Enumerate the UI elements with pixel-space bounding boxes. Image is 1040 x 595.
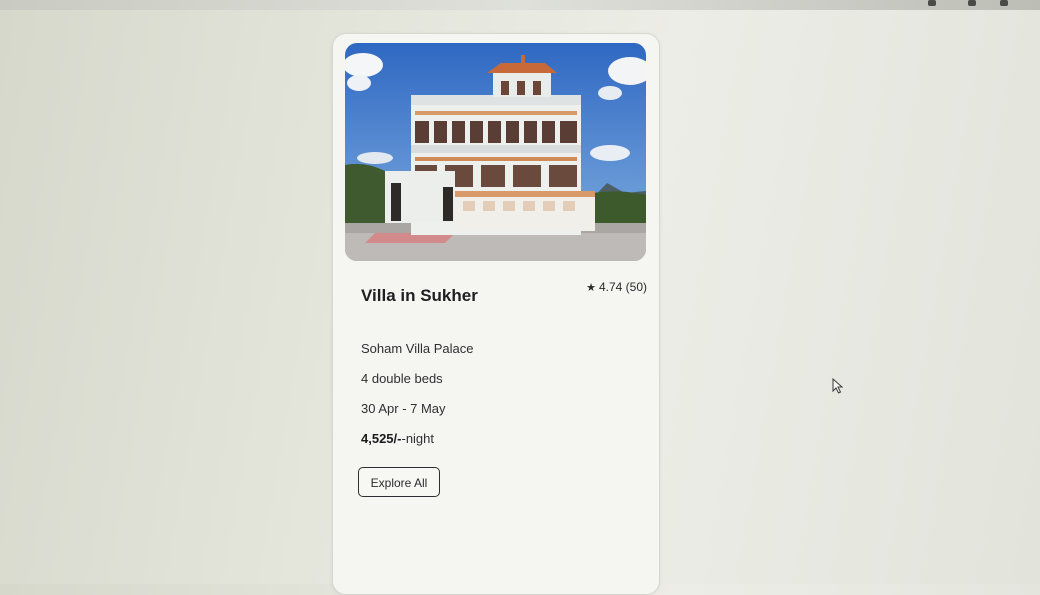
property-name: Soham Villa Palace [361,341,474,356]
beds-info: 4 double beds [361,371,443,386]
toolbar-icon[interactable] [968,0,976,6]
toolbar-icon[interactable] [1000,0,1008,6]
price-unit: -night [401,431,435,446]
price-amount: 4,525/- [361,431,402,446]
rating-value: 4.74 [598,280,623,294]
rating: ★ 4.74 (50) [586,280,647,294]
review-count: (50) [625,280,647,294]
villa-image [345,43,646,261]
browser-top-bar [0,0,1040,10]
listing-title[interactable]: Villa in Sukher [361,286,478,306]
listing-card[interactable]: Villa in Sukher ★ 4.74 (50) Soham Villa P… [332,33,660,595]
mouse-cursor-icon [832,377,844,399]
date-range: 30 Apr - 7 May [361,401,446,416]
price: 4,525/--night [361,431,434,446]
star-icon: ★ [586,282,596,294]
explore-all-button[interactable]: Explore All [358,467,440,497]
listing-photo[interactable] [345,43,646,261]
toolbar-icon[interactable] [928,0,936,6]
